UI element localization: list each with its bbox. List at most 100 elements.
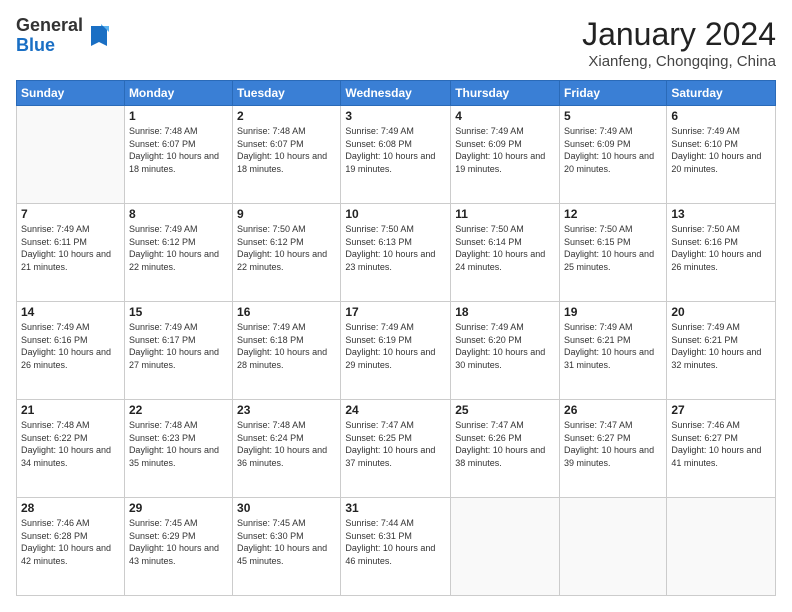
calendar-cell: 23 Sunrise: 7:48 AMSunset: 6:24 PMDaylig… xyxy=(233,400,341,498)
day-info: Sunrise: 7:48 AMSunset: 6:24 PMDaylight:… xyxy=(237,419,336,469)
day-info: Sunrise: 7:49 AMSunset: 6:11 PMDaylight:… xyxy=(21,223,120,273)
day-number: 3 xyxy=(345,109,446,123)
calendar-cell xyxy=(667,498,776,596)
calendar-cell: 17 Sunrise: 7:49 AMSunset: 6:19 PMDaylig… xyxy=(341,302,451,400)
day-info: Sunrise: 7:49 AMSunset: 6:08 PMDaylight:… xyxy=(345,125,446,175)
col-tuesday: Tuesday xyxy=(233,81,341,106)
day-number: 29 xyxy=(129,501,228,515)
calendar-cell: 24 Sunrise: 7:47 AMSunset: 6:25 PMDaylig… xyxy=(341,400,451,498)
day-number: 15 xyxy=(129,305,228,319)
calendar-cell: 3 Sunrise: 7:49 AMSunset: 6:08 PMDayligh… xyxy=(341,106,451,204)
day-number: 13 xyxy=(671,207,771,221)
col-wednesday: Wednesday xyxy=(341,81,451,106)
calendar-cell: 16 Sunrise: 7:49 AMSunset: 6:18 PMDaylig… xyxy=(233,302,341,400)
header: General Blue January 2024 Xianfeng, Chon… xyxy=(16,16,776,70)
calendar-cell: 12 Sunrise: 7:50 AMSunset: 6:15 PMDaylig… xyxy=(560,204,667,302)
day-info: Sunrise: 7:47 AMSunset: 6:27 PMDaylight:… xyxy=(564,419,662,469)
day-number: 27 xyxy=(671,403,771,417)
calendar-cell: 21 Sunrise: 7:48 AMSunset: 6:22 PMDaylig… xyxy=(17,400,125,498)
calendar-cell: 13 Sunrise: 7:50 AMSunset: 6:16 PMDaylig… xyxy=(667,204,776,302)
day-info: Sunrise: 7:49 AMSunset: 6:21 PMDaylight:… xyxy=(671,321,771,371)
calendar-week-2: 14 Sunrise: 7:49 AMSunset: 6:16 PMDaylig… xyxy=(17,302,776,400)
calendar-week-4: 28 Sunrise: 7:46 AMSunset: 6:28 PMDaylig… xyxy=(17,498,776,596)
col-monday: Monday xyxy=(124,81,232,106)
day-number: 1 xyxy=(129,109,228,123)
day-number: 17 xyxy=(345,305,446,319)
calendar-cell: 7 Sunrise: 7:49 AMSunset: 6:11 PMDayligh… xyxy=(17,204,125,302)
day-number: 5 xyxy=(564,109,662,123)
day-number: 20 xyxy=(671,305,771,319)
day-info: Sunrise: 7:45 AMSunset: 6:29 PMDaylight:… xyxy=(129,517,228,567)
day-number: 31 xyxy=(345,501,446,515)
day-info: Sunrise: 7:49 AMSunset: 6:17 PMDaylight:… xyxy=(129,321,228,371)
day-number: 21 xyxy=(21,403,120,417)
location: Xianfeng, Chongqing, China xyxy=(582,53,776,70)
calendar-cell: 31 Sunrise: 7:44 AMSunset: 6:31 PMDaylig… xyxy=(341,498,451,596)
day-number: 11 xyxy=(455,207,555,221)
day-info: Sunrise: 7:46 AMSunset: 6:27 PMDaylight:… xyxy=(671,419,771,469)
calendar-cell: 18 Sunrise: 7:49 AMSunset: 6:20 PMDaylig… xyxy=(451,302,560,400)
day-info: Sunrise: 7:47 AMSunset: 6:26 PMDaylight:… xyxy=(455,419,555,469)
col-saturday: Saturday xyxy=(667,81,776,106)
day-info: Sunrise: 7:49 AMSunset: 6:16 PMDaylight:… xyxy=(21,321,120,371)
day-info: Sunrise: 7:49 AMSunset: 6:19 PMDaylight:… xyxy=(345,321,446,371)
title-block: January 2024 Xianfeng, Chongqing, China xyxy=(582,16,776,70)
day-info: Sunrise: 7:48 AMSunset: 6:22 PMDaylight:… xyxy=(21,419,120,469)
day-number: 4 xyxy=(455,109,555,123)
logo-text: General Blue xyxy=(16,16,83,56)
calendar-cell: 4 Sunrise: 7:49 AMSunset: 6:09 PMDayligh… xyxy=(451,106,560,204)
header-row: Sunday Monday Tuesday Wednesday Thursday… xyxy=(17,81,776,106)
calendar-body: 1 Sunrise: 7:48 AMSunset: 6:07 PMDayligh… xyxy=(17,106,776,596)
calendar-header: Sunday Monday Tuesday Wednesday Thursday… xyxy=(17,81,776,106)
day-number: 19 xyxy=(564,305,662,319)
day-info: Sunrise: 7:47 AMSunset: 6:25 PMDaylight:… xyxy=(345,419,446,469)
calendar-cell: 28 Sunrise: 7:46 AMSunset: 6:28 PMDaylig… xyxy=(17,498,125,596)
day-info: Sunrise: 7:48 AMSunset: 6:07 PMDaylight:… xyxy=(237,125,336,175)
day-number: 2 xyxy=(237,109,336,123)
day-info: Sunrise: 7:45 AMSunset: 6:30 PMDaylight:… xyxy=(237,517,336,567)
calendar-cell: 27 Sunrise: 7:46 AMSunset: 6:27 PMDaylig… xyxy=(667,400,776,498)
day-info: Sunrise: 7:49 AMSunset: 6:21 PMDaylight:… xyxy=(564,321,662,371)
logo-icon xyxy=(87,22,111,50)
calendar-week-0: 1 Sunrise: 7:48 AMSunset: 6:07 PMDayligh… xyxy=(17,106,776,204)
calendar-cell: 22 Sunrise: 7:48 AMSunset: 6:23 PMDaylig… xyxy=(124,400,232,498)
calendar-cell: 25 Sunrise: 7:47 AMSunset: 6:26 PMDaylig… xyxy=(451,400,560,498)
day-info: Sunrise: 7:49 AMSunset: 6:10 PMDaylight:… xyxy=(671,125,771,175)
day-number: 7 xyxy=(21,207,120,221)
day-info: Sunrise: 7:49 AMSunset: 6:18 PMDaylight:… xyxy=(237,321,336,371)
calendar-cell: 10 Sunrise: 7:50 AMSunset: 6:13 PMDaylig… xyxy=(341,204,451,302)
calendar-cell xyxy=(451,498,560,596)
calendar-cell xyxy=(17,106,125,204)
calendar-cell: 20 Sunrise: 7:49 AMSunset: 6:21 PMDaylig… xyxy=(667,302,776,400)
day-info: Sunrise: 7:49 AMSunset: 6:09 PMDaylight:… xyxy=(564,125,662,175)
day-number: 10 xyxy=(345,207,446,221)
day-info: Sunrise: 7:46 AMSunset: 6:28 PMDaylight:… xyxy=(21,517,120,567)
col-sunday: Sunday xyxy=(17,81,125,106)
calendar-cell: 11 Sunrise: 7:50 AMSunset: 6:14 PMDaylig… xyxy=(451,204,560,302)
month-title: January 2024 xyxy=(582,16,776,53)
calendar-week-1: 7 Sunrise: 7:49 AMSunset: 6:11 PMDayligh… xyxy=(17,204,776,302)
day-info: Sunrise: 7:48 AMSunset: 6:23 PMDaylight:… xyxy=(129,419,228,469)
day-info: Sunrise: 7:50 AMSunset: 6:15 PMDaylight:… xyxy=(564,223,662,273)
logo: General Blue xyxy=(16,16,111,56)
col-friday: Friday xyxy=(560,81,667,106)
calendar: Sunday Monday Tuesday Wednesday Thursday… xyxy=(16,80,776,596)
day-info: Sunrise: 7:50 AMSunset: 6:14 PMDaylight:… xyxy=(455,223,555,273)
calendar-cell: 14 Sunrise: 7:49 AMSunset: 6:16 PMDaylig… xyxy=(17,302,125,400)
day-number: 24 xyxy=(345,403,446,417)
day-number: 9 xyxy=(237,207,336,221)
day-number: 6 xyxy=(671,109,771,123)
calendar-cell: 5 Sunrise: 7:49 AMSunset: 6:09 PMDayligh… xyxy=(560,106,667,204)
calendar-cell: 15 Sunrise: 7:49 AMSunset: 6:17 PMDaylig… xyxy=(124,302,232,400)
day-number: 26 xyxy=(564,403,662,417)
day-number: 23 xyxy=(237,403,336,417)
calendar-cell: 8 Sunrise: 7:49 AMSunset: 6:12 PMDayligh… xyxy=(124,204,232,302)
calendar-week-3: 21 Sunrise: 7:48 AMSunset: 6:22 PMDaylig… xyxy=(17,400,776,498)
day-number: 16 xyxy=(237,305,336,319)
day-info: Sunrise: 7:49 AMSunset: 6:09 PMDaylight:… xyxy=(455,125,555,175)
calendar-cell: 29 Sunrise: 7:45 AMSunset: 6:29 PMDaylig… xyxy=(124,498,232,596)
calendar-cell: 9 Sunrise: 7:50 AMSunset: 6:12 PMDayligh… xyxy=(233,204,341,302)
calendar-cell: 1 Sunrise: 7:48 AMSunset: 6:07 PMDayligh… xyxy=(124,106,232,204)
day-info: Sunrise: 7:49 AMSunset: 6:20 PMDaylight:… xyxy=(455,321,555,371)
calendar-cell: 19 Sunrise: 7:49 AMSunset: 6:21 PMDaylig… xyxy=(560,302,667,400)
